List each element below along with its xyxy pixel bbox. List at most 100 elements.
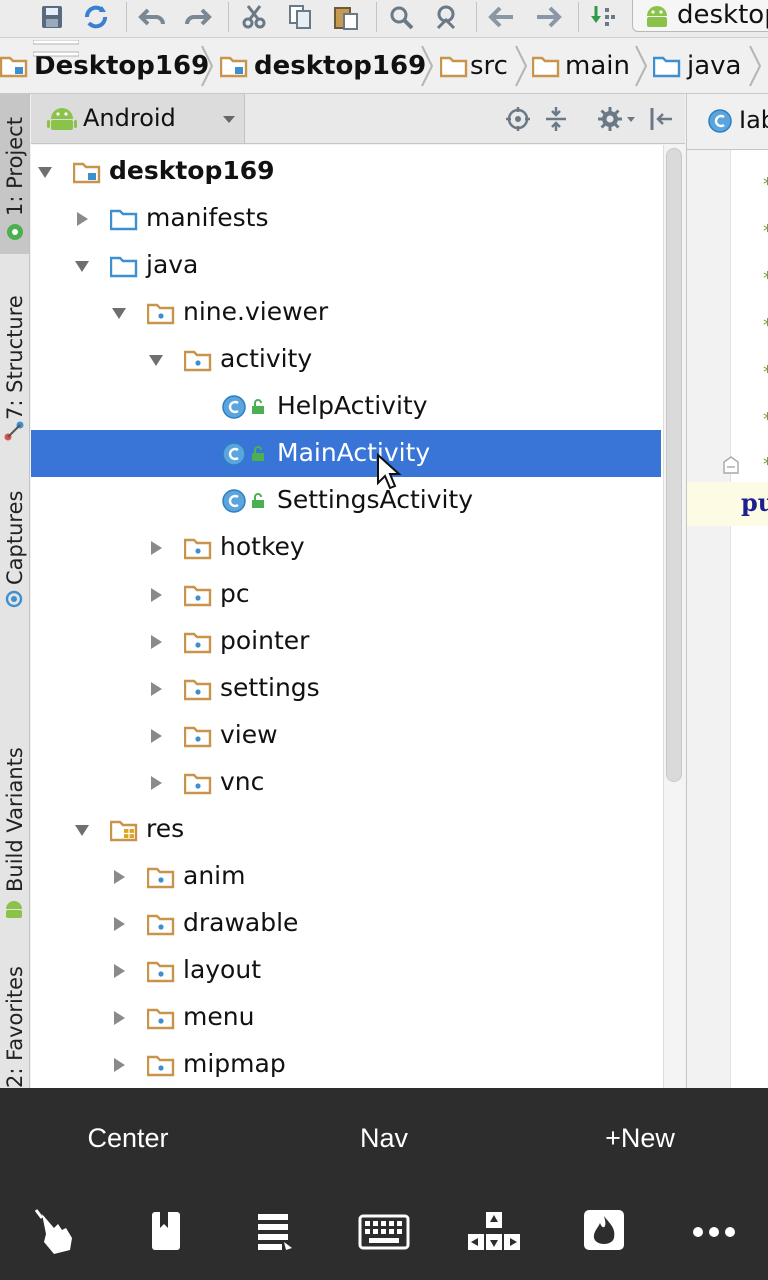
tree-row-pointer[interactable]: pointer	[31, 618, 661, 665]
arrow-keys-icon[interactable]	[464, 1206, 524, 1258]
tree-row-hotkey[interactable]: hotkey	[31, 524, 661, 571]
package-icon	[184, 773, 212, 795]
hamburger-menu-icon[interactable]	[33, 40, 79, 70]
tree-row-label: anim	[183, 861, 246, 890]
center-button[interactable]: Center	[28, 1118, 228, 1158]
run-configuration-selector[interactable]: desktop169	[632, 0, 768, 32]
resource-folder-icon	[110, 820, 138, 842]
collapsed-arrow-icon[interactable]	[111, 1010, 127, 1026]
tree-row-label: res	[146, 814, 185, 843]
tab-favorites[interactable]: 2: Favorites	[0, 964, 29, 1088]
tab-structure-label: 7: Structure	[3, 295, 27, 420]
expanded-arrow-icon[interactable]	[74, 258, 90, 274]
tree-row-anim[interactable]: anim	[31, 853, 661, 900]
expanded-arrow-icon[interactable]	[148, 352, 164, 368]
new-button[interactable]: +New	[540, 1118, 740, 1158]
sync-icon[interactable]	[82, 4, 110, 30]
redo-icon[interactable]	[184, 4, 212, 30]
collapsed-arrow-icon[interactable]	[148, 728, 164, 744]
tab-structure[interactable]: 7: Structure	[0, 274, 29, 444]
package-icon	[184, 350, 212, 372]
collapsed-arrow-icon[interactable]	[148, 587, 164, 603]
nav-button[interactable]: Nav	[284, 1118, 484, 1158]
source-folder-icon	[110, 209, 138, 231]
main-toolbar: desktop169	[0, 0, 768, 38]
tree-scrollbar-thumb[interactable]	[666, 148, 682, 782]
project-tree: desktop169 manifests java nine.viewer activi…	[31, 145, 663, 1088]
package-icon	[147, 867, 175, 889]
tree-row-res[interactable]: res	[31, 806, 661, 853]
android-icon	[47, 108, 77, 130]
tree-row-activity[interactable]: activity	[31, 336, 661, 383]
collapsed-arrow-icon[interactable]	[111, 916, 127, 932]
package-icon	[184, 679, 212, 701]
tab-project[interactable]: 1: Project	[0, 94, 29, 254]
tree-row-java[interactable]: java	[31, 242, 661, 289]
public-lock-icon	[252, 446, 264, 461]
tree-row-manifests[interactable]: manifests	[31, 195, 661, 242]
collapsed-arrow-icon[interactable]	[111, 963, 127, 979]
doc-comment-marker: *	[763, 174, 768, 195]
cut-icon[interactable]	[240, 4, 268, 30]
more-icon[interactable]	[684, 1206, 744, 1258]
tree-row-layout[interactable]: layout	[31, 947, 661, 994]
collapsed-arrow-icon[interactable]	[148, 681, 164, 697]
expanded-arrow-icon[interactable]	[37, 164, 53, 180]
collapsed-arrow-icon[interactable]	[74, 211, 90, 227]
expanded-arrow-icon[interactable]	[111, 305, 127, 321]
tree-row-nine-viewer[interactable]: nine.viewer	[31, 289, 661, 336]
collapsed-arrow-icon[interactable]	[148, 634, 164, 650]
editor-tab-label[interactable]: Iab	[739, 104, 768, 136]
tree-row-label: view	[220, 720, 278, 749]
tree-row-menu[interactable]: menu	[31, 994, 661, 1041]
tree-row-settingsactivity[interactable]: SettingsActivity	[31, 477, 661, 524]
make-project-icon[interactable]	[590, 4, 618, 30]
collapsed-arrow-icon[interactable]	[148, 775, 164, 791]
tree-row-vnc[interactable]: vnc	[31, 759, 661, 806]
replace-icon[interactable]	[432, 4, 460, 30]
find-icon[interactable]	[388, 4, 416, 30]
tree-row-view[interactable]: view	[31, 712, 661, 759]
source-folder-icon	[110, 256, 138, 278]
back-icon[interactable]	[488, 4, 516, 30]
collapsed-arrow-icon[interactable]	[148, 540, 164, 556]
locate-icon[interactable]	[505, 106, 531, 132]
expanded-arrow-icon[interactable]	[74, 822, 90, 838]
paste-icon[interactable]	[332, 4, 360, 30]
source-folder-icon	[653, 56, 681, 78]
tab-build-variants[interactable]: Build Variants	[0, 734, 29, 934]
collapsed-arrow-icon[interactable]	[111, 869, 127, 885]
collapse-all-icon[interactable]	[543, 106, 569, 132]
tab-captures[interactable]: Captures	[0, 479, 29, 619]
collapsed-arrow-icon[interactable]	[111, 1057, 127, 1073]
tree-row-helpactivity[interactable]: HelpActivity	[31, 383, 661, 430]
tree-row-mainactivity[interactable]: MainActivity	[31, 430, 661, 477]
tree-row-settings[interactable]: settings	[31, 665, 661, 712]
doc-comment-marker: *	[763, 221, 768, 242]
copy-icon[interactable]	[286, 4, 314, 30]
tree-row-desktop169[interactable]: desktop169	[31, 148, 661, 195]
bookmark-icon[interactable]	[136, 1206, 196, 1258]
project-view-selector[interactable]: Android	[31, 94, 245, 143]
doc-comment-marker: *	[763, 409, 768, 430]
settings-icon[interactable]	[597, 106, 637, 132]
list-icon[interactable]	[244, 1206, 304, 1258]
save-icon[interactable]	[38, 4, 66, 30]
touch-gesture-icon[interactable]	[24, 1206, 84, 1258]
folder-icon	[532, 56, 560, 78]
project-panel-header: Android	[31, 94, 685, 144]
tree-row-label: settings	[220, 673, 320, 702]
tree-row-mipmap[interactable]: mipmap	[31, 1041, 661, 1088]
undo-icon[interactable]	[138, 4, 166, 30]
doc-comment-marker: *	[763, 362, 768, 383]
fire-icon[interactable]	[574, 1206, 634, 1258]
fold-marker-icon[interactable]	[723, 456, 739, 474]
code-editor[interactable]: Iab * * * * * * * pu	[686, 94, 768, 1088]
forward-icon[interactable]	[534, 4, 562, 30]
keyboard-icon[interactable]	[354, 1206, 414, 1258]
tree-row-drawable[interactable]: drawable	[31, 900, 661, 947]
doc-comment-marker: *	[763, 454, 768, 475]
hide-panel-icon[interactable]	[649, 106, 675, 132]
tree-row-pc[interactable]: pc	[31, 571, 661, 618]
class-icon	[222, 395, 246, 419]
